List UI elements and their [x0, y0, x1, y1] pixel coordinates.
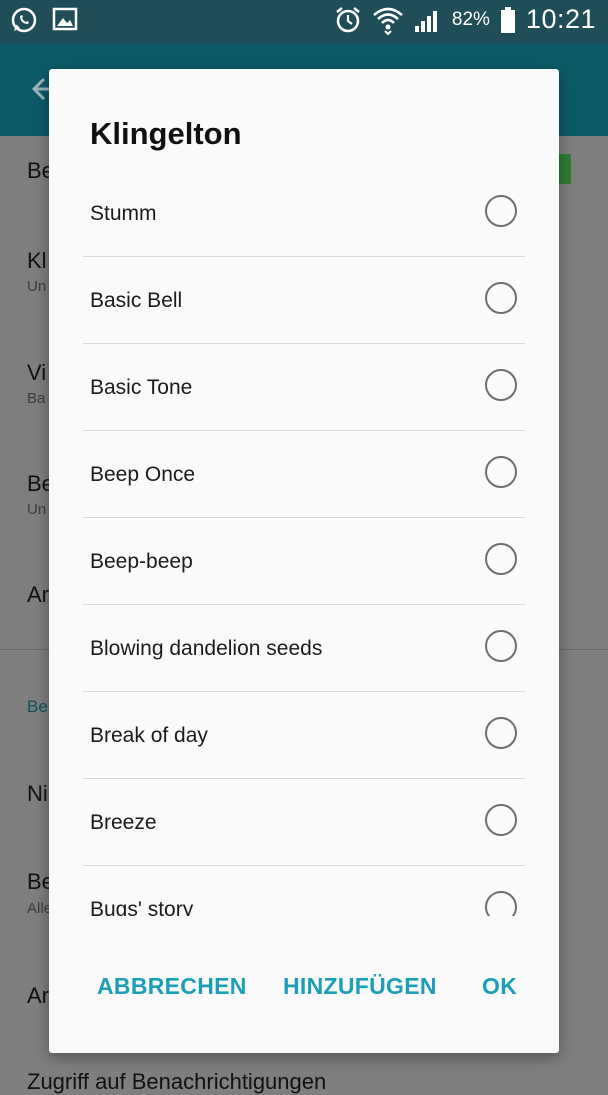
- section-header: Be: [27, 697, 48, 716]
- ringtone-option[interactable]: Basic Tone: [83, 344, 525, 431]
- settings-item-sub: Un: [27, 278, 47, 295]
- option-label: Break of day: [90, 724, 208, 747]
- radio-button[interactable]: [485, 630, 517, 662]
- option-label: Beep Once: [90, 463, 196, 486]
- wifi-icon: [372, 5, 404, 35]
- settings-item[interactable]: Ni: [27, 781, 48, 807]
- ringtone-option[interactable]: Blowing dandelion seeds: [83, 605, 525, 692]
- settings-item[interactable]: Zugriff auf Benachrichtigungen: [27, 1069, 326, 1095]
- status-bar: 82% 10:21: [0, 0, 608, 44]
- ringtone-dialog: Klingelton Stumm Basic Bell Basic Tone B…: [49, 69, 559, 1053]
- dialog-actions: ABBRECHEN HINZUFÜGEN OK: [49, 973, 559, 1007]
- battery-percentage: 82%: [451, 8, 490, 30]
- clock: 10:21: [525, 4, 596, 34]
- ringtone-option[interactable]: Basic Bell: [83, 257, 525, 344]
- radio-button[interactable]: [485, 369, 517, 401]
- option-label: Beep-beep: [90, 550, 193, 573]
- ringtone-option[interactable]: Breeze: [83, 779, 525, 866]
- settings-item[interactable]: Ar: [27, 983, 49, 1009]
- settings-item[interactable]: Ar: [27, 582, 49, 608]
- radio-button[interactable]: [485, 195, 517, 227]
- ringtone-option[interactable]: Break of day: [83, 692, 525, 779]
- settings-item[interactable]: Vi: [27, 360, 46, 386]
- settings-item-sub: Ba: [27, 390, 46, 407]
- radio-button[interactable]: [485, 717, 517, 749]
- option-label: Breeze: [90, 811, 157, 834]
- gallery-icon: [52, 6, 78, 34]
- radio-button[interactable]: [485, 891, 517, 916]
- radio-button[interactable]: [485, 804, 517, 836]
- battery-icon: [500, 6, 516, 34]
- ringtone-option[interactable]: Stumm: [83, 170, 525, 257]
- radio-button[interactable]: [485, 282, 517, 314]
- option-label: Bugs' story: [90, 898, 194, 916]
- cancel-button[interactable]: ABBRECHEN: [97, 973, 247, 1000]
- ringtone-option[interactable]: Beep Once: [83, 431, 525, 518]
- dialog-title: Klingelton: [90, 116, 242, 151]
- ringtone-option[interactable]: Beep-beep: [83, 518, 525, 605]
- radio-button[interactable]: [485, 543, 517, 575]
- option-label: Basic Tone: [90, 376, 193, 399]
- whatsapp-icon: [10, 6, 38, 34]
- settings-item[interactable]: Kl: [27, 248, 47, 274]
- alarm-icon: [334, 5, 362, 35]
- add-button[interactable]: HINZUFÜGEN: [283, 973, 437, 1000]
- settings-item-sub: Un: [27, 501, 47, 518]
- ringtone-options-list[interactable]: Stumm Basic Bell Basic Tone Beep Once Be…: [83, 170, 525, 916]
- radio-button[interactable]: [485, 456, 517, 488]
- ringtone-option[interactable]: Bugs' story: [83, 866, 525, 916]
- option-label: Stumm: [90, 202, 157, 225]
- signal-icon: [414, 7, 442, 33]
- ok-button[interactable]: OK: [482, 973, 517, 1000]
- option-label: Blowing dandelion seeds: [90, 637, 323, 660]
- option-label: Basic Bell: [90, 289, 183, 312]
